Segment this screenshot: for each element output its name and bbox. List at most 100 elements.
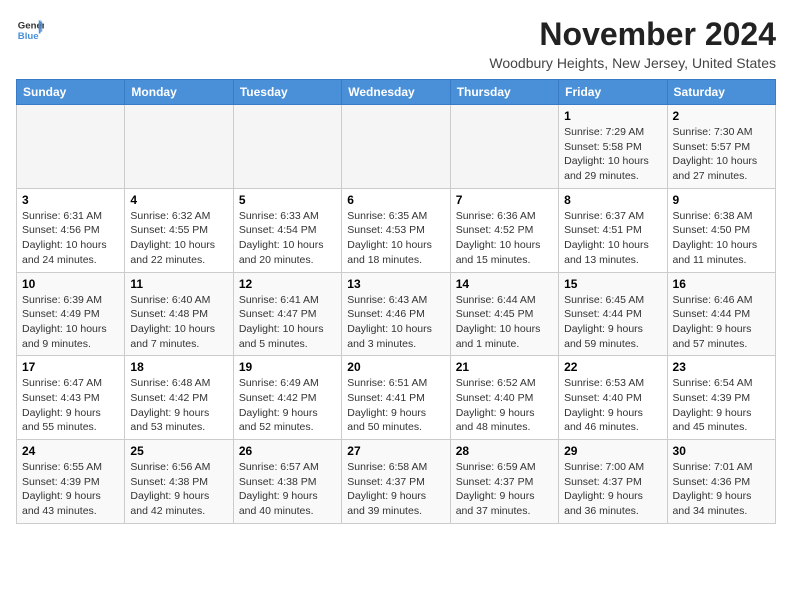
day-number: 7	[456, 193, 553, 207]
calendar-day-cell	[450, 105, 558, 189]
calendar-day-cell: 26Sunrise: 6:57 AM Sunset: 4:38 PM Dayli…	[233, 440, 341, 524]
weekday-row: SundayMondayTuesdayWednesdayThursdayFrid…	[17, 80, 776, 105]
calendar-day-cell: 13 Sunrise: 6:43 AM Sunset: 4:46 PM Dayli…	[342, 272, 450, 356]
calendar-day-cell: 16Sunrise: 6:46 AM Sunset: 4:44 PM Dayli…	[667, 272, 775, 356]
calendar-day-cell: 4 Sunrise: 6:32 AM Sunset: 4:55 PM Daylig…	[125, 188, 233, 272]
day-info: Sunrise: 6:33 AM Sunset: 4:54 PM Dayligh…	[239, 209, 336, 268]
day-info: Sunrise: 6:55 AM Sunset: 4:39 PM Dayligh…	[22, 460, 119, 519]
day-number: 11	[130, 277, 227, 291]
day-number: 17	[22, 360, 119, 374]
title-section: November 2024 Woodbury Heights, New Jers…	[489, 16, 776, 71]
calendar-day-cell: 10 Sunrise: 6:39 AM Sunset: 4:49 PM Dayli…	[17, 272, 125, 356]
calendar-week-row: 10 Sunrise: 6:39 AM Sunset: 4:49 PM Dayli…	[17, 272, 776, 356]
calendar-day-cell	[233, 105, 341, 189]
calendar-day-cell: 3Sunrise: 6:31 AM Sunset: 4:56 PM Daylig…	[17, 188, 125, 272]
calendar-day-cell: 7 Sunrise: 6:36 AM Sunset: 4:52 PM Daylig…	[450, 188, 558, 272]
day-info: Sunrise: 6:58 AM Sunset: 4:37 PM Dayligh…	[347, 460, 444, 519]
page-header: General Blue November 2024 Woodbury Heig…	[16, 16, 776, 71]
day-info: Sunrise: 6:32 AM Sunset: 4:55 PM Dayligh…	[130, 209, 227, 268]
calendar-day-cell	[342, 105, 450, 189]
weekday-header: Thursday	[450, 80, 558, 105]
day-number: 30	[673, 444, 770, 458]
day-info: Sunrise: 6:48 AM Sunset: 4:42 PM Dayligh…	[130, 376, 227, 435]
calendar-day-cell: 23 Sunrise: 6:54 AM Sunset: 4:39 PM Dayli…	[667, 356, 775, 440]
calendar-day-cell: 18 Sunrise: 6:48 AM Sunset: 4:42 PM Dayli…	[125, 356, 233, 440]
day-info: Sunrise: 6:49 AM Sunset: 4:42 PM Dayligh…	[239, 376, 336, 435]
weekday-header: Monday	[125, 80, 233, 105]
calendar-day-cell: 24 Sunrise: 6:55 AM Sunset: 4:39 PM Dayli…	[17, 440, 125, 524]
calendar-header: SundayMondayTuesdayWednesdayThursdayFrid…	[17, 80, 776, 105]
calendar-day-cell: 17Sunrise: 6:47 AM Sunset: 4:43 PM Dayli…	[17, 356, 125, 440]
calendar-day-cell	[17, 105, 125, 189]
calendar-day-cell: 25Sunrise: 6:56 AM Sunset: 4:38 PM Dayli…	[125, 440, 233, 524]
calendar-day-cell: 20Sunrise: 6:51 AM Sunset: 4:41 PM Dayli…	[342, 356, 450, 440]
day-number: 19	[239, 360, 336, 374]
weekday-header: Wednesday	[342, 80, 450, 105]
day-number: 3	[22, 193, 119, 207]
calendar-day-cell: 11 Sunrise: 6:40 AM Sunset: 4:48 PM Dayli…	[125, 272, 233, 356]
day-number: 18	[130, 360, 227, 374]
calendar-day-cell: 19 Sunrise: 6:49 AM Sunset: 4:42 PM Dayli…	[233, 356, 341, 440]
calendar-day-cell: 22Sunrise: 6:53 AM Sunset: 4:40 PM Dayli…	[559, 356, 667, 440]
day-info: Sunrise: 6:54 AM Sunset: 4:39 PM Dayligh…	[673, 376, 770, 435]
day-info: Sunrise: 6:53 AM Sunset: 4:40 PM Dayligh…	[564, 376, 661, 435]
calendar-day-cell: 30 Sunrise: 7:01 AM Sunset: 4:36 PM Dayli…	[667, 440, 775, 524]
day-number: 16	[673, 277, 770, 291]
page-title: November 2024	[489, 16, 776, 53]
logo-icon: General Blue	[16, 16, 44, 44]
calendar-day-cell: 27 Sunrise: 6:58 AM Sunset: 4:37 PM Dayli…	[342, 440, 450, 524]
day-info: Sunrise: 6:52 AM Sunset: 4:40 PM Dayligh…	[456, 376, 553, 435]
calendar-body: 1 Sunrise: 7:29 AM Sunset: 5:58 PM Daylig…	[17, 105, 776, 524]
day-info: Sunrise: 6:36 AM Sunset: 4:52 PM Dayligh…	[456, 209, 553, 268]
calendar-day-cell: 12Sunrise: 6:41 AM Sunset: 4:47 PM Dayli…	[233, 272, 341, 356]
day-number: 1	[564, 109, 661, 123]
day-number: 12	[239, 277, 336, 291]
day-number: 2	[673, 109, 770, 123]
day-number: 21	[456, 360, 553, 374]
day-number: 14	[456, 277, 553, 291]
day-info: Sunrise: 6:43 AM Sunset: 4:46 PM Dayligh…	[347, 293, 444, 352]
calendar-day-cell: 21 Sunrise: 6:52 AM Sunset: 4:40 PM Dayli…	[450, 356, 558, 440]
calendar-day-cell: 15Sunrise: 6:45 AM Sunset: 4:44 PM Dayli…	[559, 272, 667, 356]
day-info: Sunrise: 7:30 AM Sunset: 5:57 PM Dayligh…	[673, 125, 770, 184]
svg-text:Blue: Blue	[18, 31, 39, 42]
calendar-day-cell: 2 Sunrise: 7:30 AM Sunset: 5:57 PM Daylig…	[667, 105, 775, 189]
calendar-week-row: 24 Sunrise: 6:55 AM Sunset: 4:39 PM Dayli…	[17, 440, 776, 524]
day-info: Sunrise: 6:39 AM Sunset: 4:49 PM Dayligh…	[22, 293, 119, 352]
calendar-week-row: 17Sunrise: 6:47 AM Sunset: 4:43 PM Dayli…	[17, 356, 776, 440]
day-info: Sunrise: 6:40 AM Sunset: 4:48 PM Dayligh…	[130, 293, 227, 352]
day-number: 23	[673, 360, 770, 374]
day-info: Sunrise: 6:35 AM Sunset: 4:53 PM Dayligh…	[347, 209, 444, 268]
day-info: Sunrise: 6:37 AM Sunset: 4:51 PM Dayligh…	[564, 209, 661, 268]
day-info: Sunrise: 6:59 AM Sunset: 4:37 PM Dayligh…	[456, 460, 553, 519]
weekday-header: Saturday	[667, 80, 775, 105]
day-number: 5	[239, 193, 336, 207]
day-number: 9	[673, 193, 770, 207]
calendar-day-cell: 28 Sunrise: 6:59 AM Sunset: 4:37 PM Dayli…	[450, 440, 558, 524]
day-number: 8	[564, 193, 661, 207]
day-number: 24	[22, 444, 119, 458]
calendar-day-cell: 5 Sunrise: 6:33 AM Sunset: 4:54 PM Daylig…	[233, 188, 341, 272]
logo: General Blue	[16, 16, 44, 44]
day-number: 26	[239, 444, 336, 458]
calendar-week-row: 3Sunrise: 6:31 AM Sunset: 4:56 PM Daylig…	[17, 188, 776, 272]
day-number: 25	[130, 444, 227, 458]
day-info: Sunrise: 6:44 AM Sunset: 4:45 PM Dayligh…	[456, 293, 553, 352]
day-info: Sunrise: 7:29 AM Sunset: 5:58 PM Dayligh…	[564, 125, 661, 184]
day-number: 4	[130, 193, 227, 207]
day-info: Sunrise: 6:45 AM Sunset: 4:44 PM Dayligh…	[564, 293, 661, 352]
day-number: 29	[564, 444, 661, 458]
day-info: Sunrise: 7:01 AM Sunset: 4:36 PM Dayligh…	[673, 460, 770, 519]
calendar-day-cell	[125, 105, 233, 189]
day-info: Sunrise: 7:00 AM Sunset: 4:37 PM Dayligh…	[564, 460, 661, 519]
day-info: Sunrise: 6:38 AM Sunset: 4:50 PM Dayligh…	[673, 209, 770, 268]
weekday-header: Sunday	[17, 80, 125, 105]
calendar-week-row: 1 Sunrise: 7:29 AM Sunset: 5:58 PM Daylig…	[17, 105, 776, 189]
day-number: 13	[347, 277, 444, 291]
day-number: 28	[456, 444, 553, 458]
day-info: Sunrise: 6:51 AM Sunset: 4:41 PM Dayligh…	[347, 376, 444, 435]
day-number: 27	[347, 444, 444, 458]
day-number: 10	[22, 277, 119, 291]
weekday-header: Friday	[559, 80, 667, 105]
page-subtitle: Woodbury Heights, New Jersey, United Sta…	[489, 55, 776, 71]
